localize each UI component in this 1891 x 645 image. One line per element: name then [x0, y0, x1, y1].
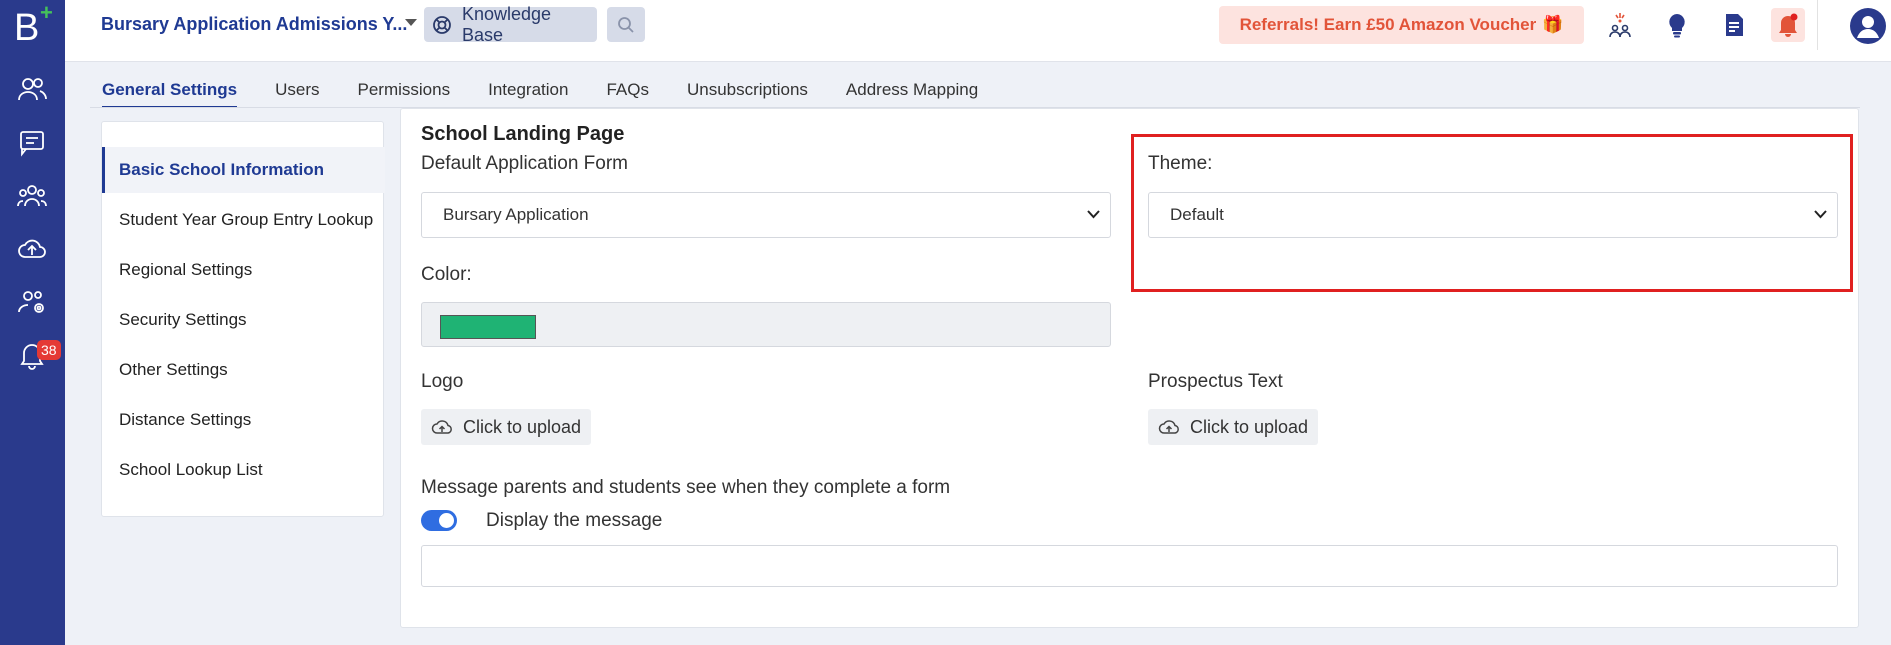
tab-integration[interactable]: Integration — [488, 80, 568, 108]
chevron-down-icon[interactable] — [405, 19, 417, 26]
chevron-down-icon — [1087, 210, 1100, 219]
user-avatar-icon[interactable] — [1848, 6, 1888, 46]
settings-tabs: General Settings Users Permissions Integ… — [102, 80, 1016, 108]
side-item-security-settings[interactable]: Security Settings — [102, 297, 385, 343]
alerts-icon[interactable] — [1771, 8, 1805, 42]
tab-unsubscriptions[interactable]: Unsubscriptions — [687, 80, 808, 108]
left-rail: B + 38 — [0, 0, 65, 645]
tab-faqs[interactable]: FAQs — [606, 80, 649, 108]
celebration-icon[interactable] — [1603, 8, 1637, 42]
side-item-regional-settings[interactable]: Regional Settings — [102, 247, 385, 293]
default-form-value: Bursary Application — [443, 205, 589, 224]
completion-message-input[interactable] — [421, 545, 1838, 587]
logo-upload-button[interactable]: Click to upload — [421, 409, 592, 445]
tab-address-mapping[interactable]: Address Mapping — [846, 80, 978, 108]
logo-upload-label: Click to upload — [463, 416, 582, 437]
document-icon[interactable] — [1717, 8, 1751, 42]
logo-label: Logo — [421, 371, 464, 392]
header-divider — [1817, 0, 1818, 50]
tab-general-settings[interactable]: General Settings — [102, 80, 238, 108]
section-title: School Landing Page — [421, 123, 625, 145]
lifebuoy-icon — [433, 15, 451, 34]
messages-icon[interactable] — [12, 126, 52, 160]
default-form-label: Default Application Form — [421, 153, 628, 174]
referral-text: Referrals! Earn £50 Amazon Voucher — [1239, 15, 1537, 34]
groups-icon[interactable] — [12, 179, 52, 213]
message-label: Message parents and students see when th… — [421, 477, 951, 498]
prospectus-label: Prospectus Text — [1148, 371, 1283, 392]
user-settings-icon[interactable] — [12, 285, 52, 319]
display-message-toggle[interactable] — [421, 510, 457, 531]
search-icon — [618, 16, 634, 33]
cloud-upload-icon[interactable] — [12, 232, 52, 266]
side-item-student-year-group-entry-lookup[interactable]: Student Year Group Entry Lookup — [102, 197, 385, 243]
knowledge-base-label: Knowledge Base — [461, 3, 552, 45]
cloud-upload-icon — [431, 420, 452, 434]
tab-permissions[interactable]: Permissions — [358, 80, 451, 108]
notification-count-badge: 38 — [37, 340, 61, 360]
prospectus-upload-label: Click to upload — [1190, 416, 1309, 437]
tab-users[interactable]: Users — [275, 80, 319, 108]
theme-highlight-box — [1131, 134, 1853, 292]
color-swatch[interactable] — [440, 315, 536, 339]
color-picker[interactable] — [421, 302, 1111, 347]
search-button[interactable] — [607, 7, 645, 42]
side-item-basic-school-information[interactable]: Basic School Information — [102, 147, 385, 193]
app-logo[interactable]: B + — [14, 2, 54, 50]
side-item-distance-settings[interactable]: Distance Settings — [102, 397, 385, 443]
color-label: Color: — [421, 264, 472, 285]
logo-plus: + — [40, 0, 53, 25]
side-item-school-lookup-list[interactable]: School Lookup List — [102, 447, 385, 493]
prospectus-upload-button[interactable]: Click to upload — [1148, 409, 1319, 445]
knowledge-base-button[interactable]: Knowledge Base — [424, 4, 597, 45]
application-title[interactable]: Bursary Application Admissions Y... — [101, 14, 407, 35]
contacts-icon[interactable] — [12, 72, 52, 106]
toggle-knob — [439, 513, 454, 528]
display-message-label: Display the message — [486, 510, 663, 531]
cloud-upload-icon — [1158, 420, 1179, 434]
referral-banner[interactable]: Referrals! Earn £50 Amazon Voucher 🎁 — [1219, 6, 1584, 44]
settings-side-menu: Basic School Information Student Year Gr… — [101, 121, 385, 517]
logo-letter: B — [14, 7, 40, 49]
side-item-other-settings[interactable]: Other Settings — [102, 347, 385, 393]
gift-icon: 🎁 — [1542, 15, 1564, 34]
lightbulb-icon[interactable] — [1660, 8, 1694, 42]
default-form-select[interactable]: Bursary Application — [421, 192, 1111, 238]
top-bar: Bursary Application Admissions Y... Know… — [65, 0, 1891, 62]
